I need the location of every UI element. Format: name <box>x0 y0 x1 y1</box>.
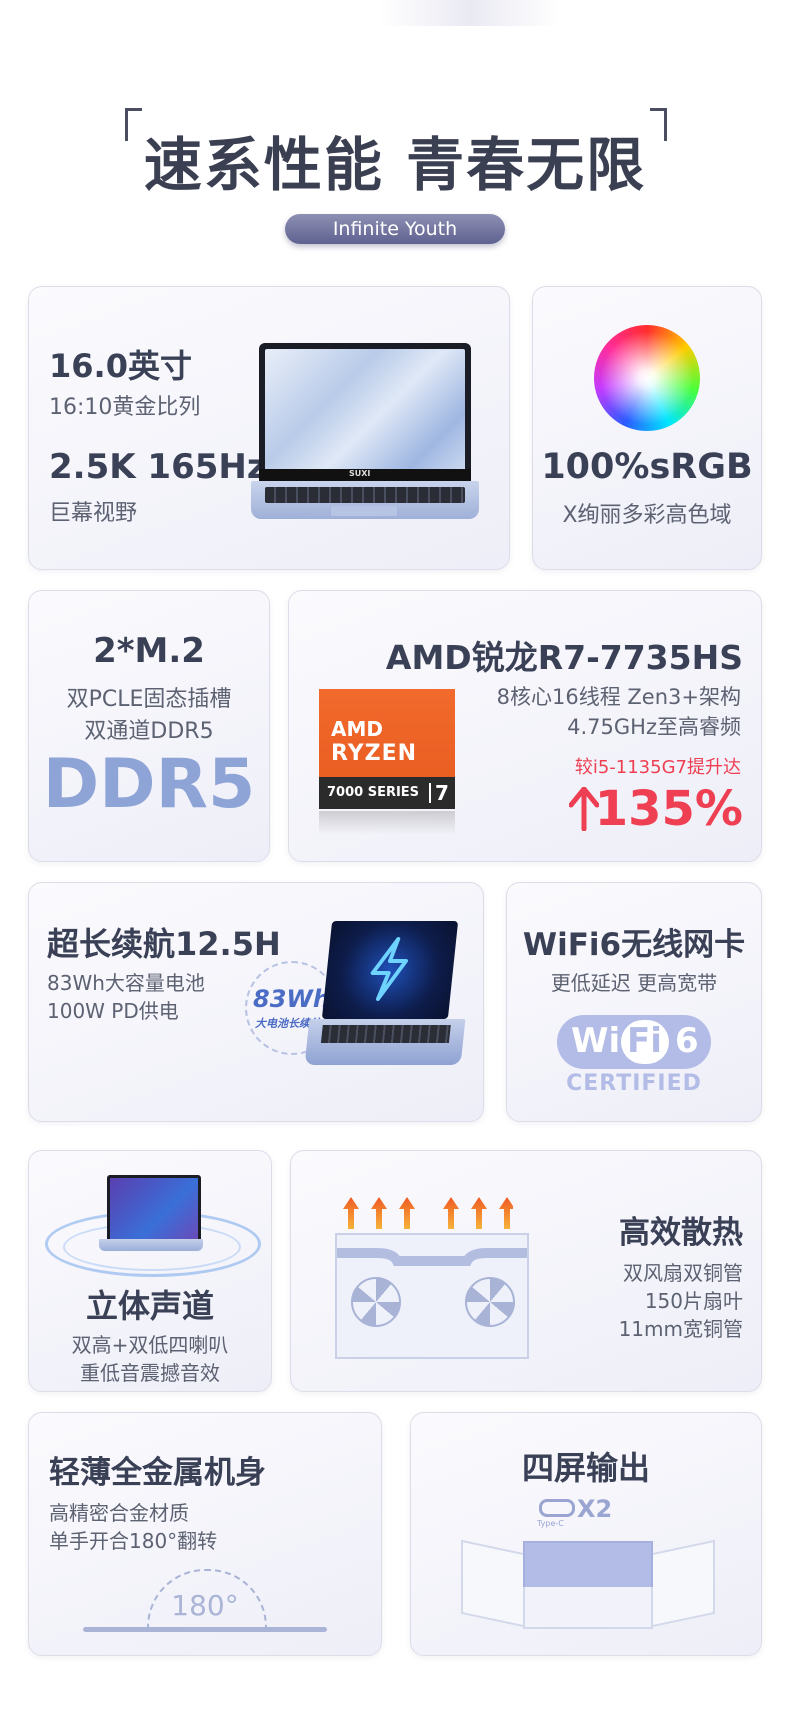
battery-card: 超长续航12.5H 83Wh大容量电池 100W PD供电 83Wh 大电池长续… <box>28 882 484 1122</box>
battery-title: 超长续航12.5H <box>47 925 281 963</box>
wifi-subtitle: 更低延迟 更高宽带 <box>550 971 718 995</box>
battery-line2: 100W PD供电 <box>47 999 179 1023</box>
cooling-line3: 11mm宽铜管 <box>618 1317 743 1341</box>
storage-card: 2*M.2 双PCLE固态插槽 双通道DDR5 DDR5 <box>28 590 270 862</box>
storage-title: 2*M.2 <box>93 631 205 671</box>
ryzen-name: RYZEN <box>331 741 418 766</box>
audio-line2: 重低音震撼音效 <box>80 1361 220 1385</box>
wifi-title: WiFi6无线网卡 <box>522 927 746 963</box>
display-resolution: 2.5K 165Hz <box>49 447 267 487</box>
storage-line2: 双通道DDR5 <box>84 719 214 744</box>
fan-left-icon <box>351 1277 401 1327</box>
audio-card: 立体声道 双高+双低四喇叭 重低音震撼音效 <box>28 1150 272 1392</box>
screens-title: 四屏输出 <box>521 1449 650 1487</box>
body-card: 轻薄全金属机身 高精密合金材质 单手开合180°翻转 180° <box>28 1412 382 1656</box>
color-gamut-card: 100%sRGB X绚丽多彩高色域 <box>532 286 762 570</box>
heat-arrows-icon <box>343 1195 515 1231</box>
storage-line1: 双PCLE固态插槽 <box>66 687 232 712</box>
cpu-boost: 135% <box>594 781 743 837</box>
wifi-logo-wi: Wi <box>571 1021 621 1061</box>
lightning-icon <box>370 937 408 1001</box>
wifi6-logo: Wi Fi 6 <box>557 1015 711 1071</box>
wifi-certified: CERTIFIED <box>566 1071 702 1096</box>
ddr5-badge: DDR5 <box>42 745 256 824</box>
battery-laptop-image <box>299 921 469 1091</box>
ryzen-reflection <box>319 811 455 835</box>
display-card: 16.0英寸 16:10黄金比列 2.5K 165Hz 巨幕视野 SUXI <box>28 286 510 570</box>
ryzen-brand: AMD <box>331 717 383 741</box>
ryzen-series: 7000 SERIES <box>327 785 420 800</box>
type-c-icon <box>539 1499 575 1517</box>
ryzen-tier: 7 <box>435 781 449 805</box>
top-fade <box>380 0 560 26</box>
gamut-title: 100%sRGB <box>541 447 753 487</box>
audio-laptop-image <box>45 1171 261 1281</box>
body-title: 轻薄全金属机身 <box>49 1455 266 1491</box>
cpu-title: AMD锐龙R7-7735HS <box>385 638 743 677</box>
color-wheel-icon <box>594 325 700 431</box>
port-count: X2 <box>577 1495 613 1523</box>
wifi-logo-num: 6 <box>675 1021 699 1061</box>
screens-card: 四屏输出 Type-C X2 <box>410 1412 762 1656</box>
laptop-screen <box>265 349 465 477</box>
flat-laptop-line <box>83 1627 327 1632</box>
cpu-line2: 4.75GHz至高睿频 <box>567 715 741 739</box>
cooling-diagram <box>335 1233 529 1359</box>
cooling-line2: 150片扇叶 <box>644 1289 743 1313</box>
multi-screen-image <box>461 1539 715 1639</box>
hinge-angle: 180° <box>171 1589 239 1622</box>
cooling-line1: 双风扇双铜管 <box>623 1261 743 1285</box>
wifi-logo-fi: Fi <box>627 1021 662 1061</box>
cooling-title: 高效散热 <box>619 1215 743 1251</box>
cpu-card: AMD锐龙R7-7735HS 8核心16线程 Zen3+架构 4.75GHz至高… <box>288 590 762 862</box>
display-ratio: 16:10黄金比列 <box>49 395 201 420</box>
cpu-compare: 较i5-1135G7提升达 <box>574 757 741 778</box>
gamut-subtitle: X绚丽多彩高色域 <box>562 503 732 528</box>
audio-line1: 双高+双低四喇叭 <box>71 1333 229 1357</box>
battery-line1: 83Wh大容量电池 <box>47 971 205 995</box>
ryzen-logo: AMD RYZEN 7000 SERIES 7 <box>319 689 455 809</box>
display-size: 16.0英寸 <box>49 347 192 385</box>
body-line1: 高精密合金材质 <box>49 1501 189 1525</box>
wifi-card: WiFi6无线网卡 更低延迟 更高宽带 Wi Fi 6 CERTIFIED <box>506 882 762 1122</box>
laptop-brand: SUXI <box>349 469 371 478</box>
type-c-label: Type-C <box>537 1519 564 1528</box>
display-view: 巨幕视野 <box>49 501 138 526</box>
audio-title: 立体声道 <box>85 1287 214 1325</box>
fan-right-icon <box>465 1277 515 1327</box>
page-title: 速系性能 青春无限 <box>143 131 647 199</box>
cooling-card: 高效散热 双风扇双铜管 150片扇叶 11mm宽铜管 <box>290 1150 762 1392</box>
body-line2: 单手开合180°翻转 <box>49 1529 218 1553</box>
laptop-image: SUXI <box>251 343 491 533</box>
cpu-line1: 8核心16线程 Zen3+架构 <box>496 685 741 709</box>
tagline-pill: Infinite Youth <box>285 214 505 244</box>
